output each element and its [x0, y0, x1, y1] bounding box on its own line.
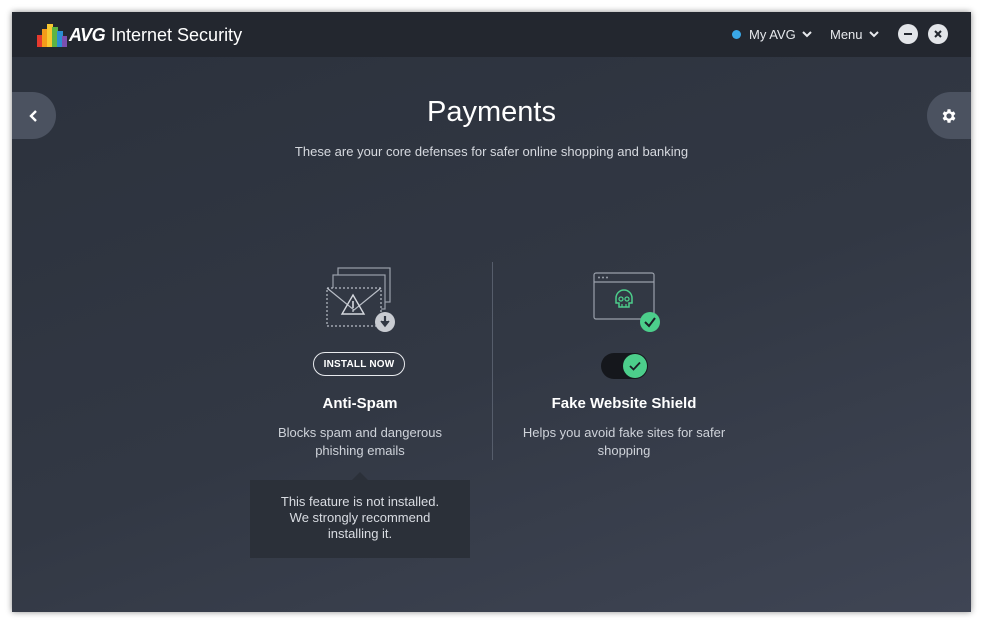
- not-installed-tooltip: This feature is not installed. We strong…: [250, 472, 470, 558]
- feature-divider: [492, 262, 493, 460]
- browser-skull-icon: [593, 272, 660, 332]
- product-name: Internet Security: [111, 25, 243, 45]
- menu-label: Menu: [830, 27, 863, 42]
- menu-dropdown[interactable]: Menu: [830, 27, 879, 42]
- app-window: AVG Internet Security My AVG Menu Paymen…: [12, 12, 971, 612]
- tooltip-line: This feature is not installed.: [280, 494, 440, 509]
- status-dot: [732, 30, 741, 39]
- chevron-down-icon: [868, 31, 879, 38]
- my-avg-dropdown[interactable]: My AVG: [732, 27, 812, 42]
- avg-logo-icon: [37, 24, 67, 47]
- brand-name: AVG: [69, 25, 106, 45]
- checkmark-icon: [629, 361, 641, 371]
- minimize-button[interactable]: [898, 24, 918, 44]
- fake-website-shield-toggle[interactable]: [601, 353, 648, 379]
- close-button[interactable]: [928, 24, 948, 44]
- my-avg-label: My AVG: [749, 27, 796, 42]
- tooltip-line: We strongly recommend: [289, 510, 431, 525]
- chevron-down-icon: [802, 31, 812, 38]
- page-subtitle: These are your core defenses for safer o…: [294, 144, 689, 159]
- page-title: Payments: [427, 96, 556, 128]
- anti-spam-feature: Anti-Spam Blocks spam and dangerous phis…: [240, 395, 480, 460]
- envelope-warning-icon: [326, 267, 395, 332]
- install-now-button[interactable]: INSTALL NOW: [313, 352, 405, 376]
- tooltip-line: installing it.: [327, 526, 393, 541]
- title-bar: AVG Internet Security My AVG Menu: [12, 12, 971, 57]
- toggle-knob: [623, 354, 647, 378]
- feature-description: Blocks spam and dangerous phishing email…: [277, 425, 443, 458]
- feature-title: Anti-Spam: [322, 395, 398, 412]
- close-icon: [934, 30, 942, 38]
- feature-title: Fake Website Shield: [551, 395, 697, 412]
- minimize-icon: [904, 33, 912, 35]
- fake-website-shield-feature: Fake Website Shield Helps you avoid fake…: [504, 395, 744, 460]
- feature-description: Helps you avoid fake sites for safer sho…: [522, 425, 726, 458]
